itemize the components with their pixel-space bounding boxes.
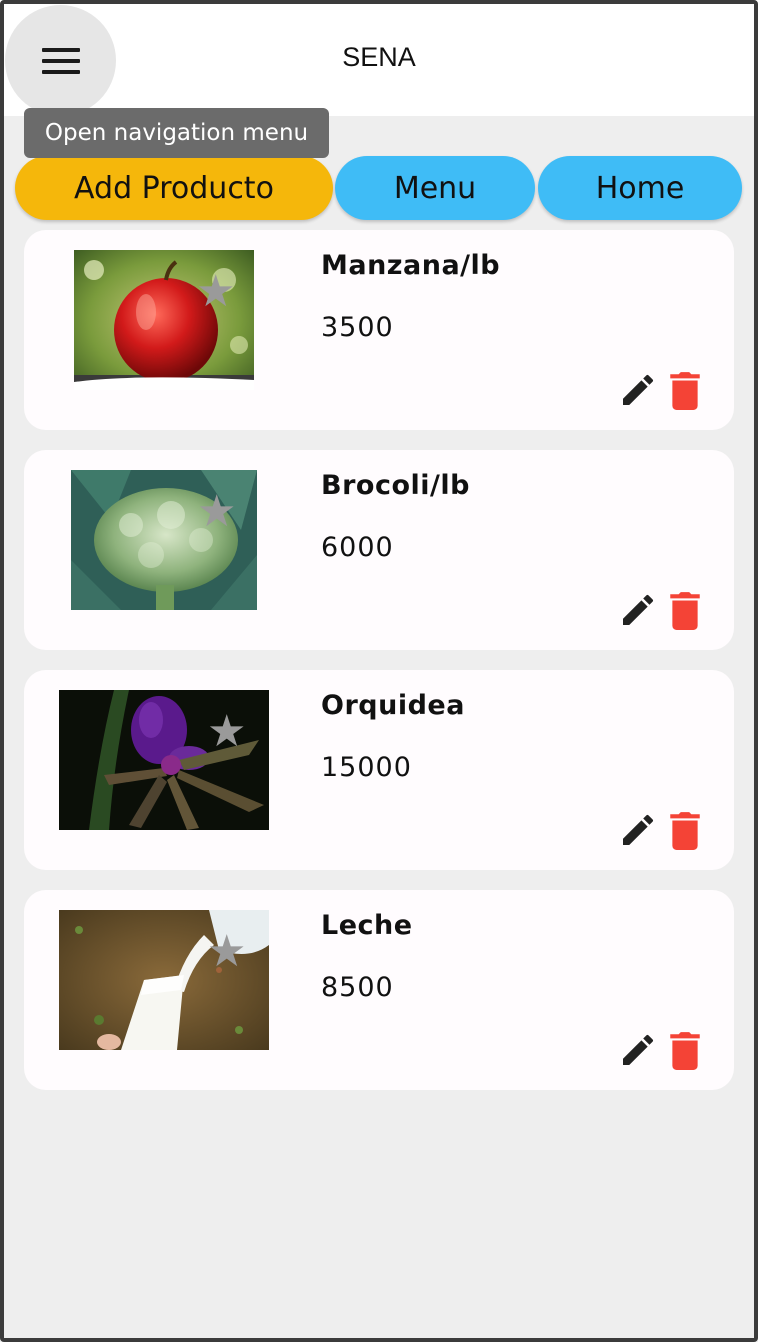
product-image-apple: ★	[74, 250, 254, 390]
trash-icon[interactable]	[670, 1030, 700, 1070]
trash-icon[interactable]	[670, 590, 700, 630]
product-image-milk: ★	[59, 910, 269, 1050]
product-card[interactable]: ★ Brocoli/lb 6000	[24, 450, 734, 650]
product-name: Manzana/lb	[321, 250, 501, 281]
product-card[interactable]: ★ Manzana/lb 3500	[24, 230, 734, 430]
app-title: SENA	[342, 42, 416, 72]
app-bar: SENA	[0, 0, 758, 116]
pencil-icon[interactable]	[618, 590, 658, 630]
product-card[interactable]: ★ Leche 8500	[24, 890, 734, 1090]
product-image-broccoli: ★	[71, 470, 257, 610]
product-price: 15000	[321, 752, 412, 783]
pencil-icon[interactable]	[618, 810, 658, 850]
star-icon[interactable]: ★	[207, 710, 246, 754]
star-icon[interactable]: ★	[196, 270, 235, 314]
product-name: Orquidea	[321, 690, 465, 721]
trash-icon[interactable]	[670, 370, 700, 410]
pencil-icon[interactable]	[618, 1030, 658, 1070]
trash-icon[interactable]	[670, 810, 700, 850]
product-name: Leche	[321, 910, 413, 941]
navigation-tooltip: Open navigation menu	[24, 108, 329, 158]
product-price: 3500	[321, 312, 394, 343]
star-icon[interactable]: ★	[207, 930, 246, 974]
product-image-orchid: ★	[59, 690, 269, 830]
add-producto-button[interactable]: Add Producto	[15, 156, 333, 220]
product-price: 6000	[321, 532, 394, 563]
product-card[interactable]: ★ Orquidea 15000	[24, 670, 734, 870]
product-name: Brocoli/lb	[321, 470, 470, 501]
star-icon[interactable]: ★	[197, 490, 236, 534]
product-price: 8500	[321, 972, 394, 1003]
home-button[interactable]: Home	[538, 156, 742, 220]
pencil-icon[interactable]	[618, 370, 658, 410]
menu-button[interactable]: Menu	[335, 156, 535, 220]
